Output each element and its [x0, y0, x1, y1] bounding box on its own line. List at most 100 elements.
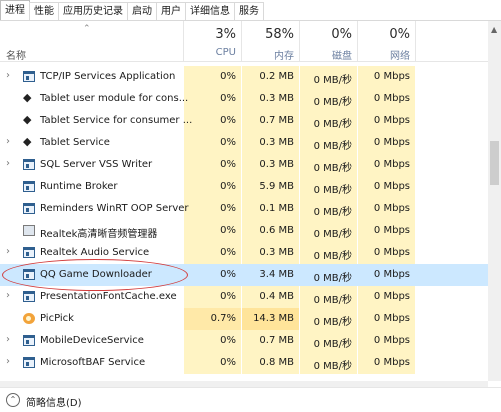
fewer-details-link[interactable]: 简略信息(D) — [26, 394, 82, 409]
annotation-ellipse — [2, 259, 188, 291]
table-row[interactable]: Runtime Broker 0% 5.9 MB 0 MB/秒 0 Mbps — [0, 176, 488, 198]
scroll-up-icon[interactable]: ▲ — [491, 25, 497, 34]
table-row[interactable]: Tablet user module for cons... 0% 0.3 MB 0 … — [0, 88, 488, 110]
expand-chevron-icon[interactable]: › — [6, 158, 14, 172]
column-memory-header[interactable]: 58% 内存 — [242, 21, 299, 62]
table-row[interactable]: › MobileDeviceService 0% 0.7 MB 0 MB/秒 0 Mbps — [0, 330, 488, 352]
process-name: MicrosoftBAF Service — [40, 357, 146, 368]
table-row[interactable]: Tablet Service for consumer ... 0% 0.7 MB 0… — [0, 110, 488, 132]
disk-label: 磁盘 — [332, 51, 352, 62]
disk-value: 0 MB/秒 — [313, 207, 352, 218]
memory-value: 0.7 MB — [259, 335, 294, 346]
cpu-value: 0% — [220, 137, 236, 148]
cpu-value: 0.7% — [210, 313, 236, 324]
table-row[interactable]: PicPick 0.7% 14.3 MB 0 MB/秒 0 Mbps — [0, 308, 488, 330]
cpu-value: 0% — [220, 181, 236, 192]
disk-value: 0 MB/秒 — [313, 119, 352, 130]
memory-label: 内存 — [274, 51, 294, 62]
cpu-label: CPU — [215, 47, 236, 58]
disk-value: 0 MB/秒 — [313, 339, 352, 350]
process-name: Tablet Service — [40, 137, 110, 148]
table-row[interactable]: › SQL Server VSS Writer 0% 0.3 MB 0 MB/秒 0 Mb… — [0, 154, 488, 176]
cpu-value: 0% — [220, 203, 236, 214]
cpu-value: 0% — [220, 357, 236, 368]
memory-value: 0.4 MB — [259, 291, 294, 302]
cpu-value: 0% — [220, 115, 236, 126]
network-value: 0 Mbps — [373, 225, 410, 236]
column-cpu-header[interactable]: 3% CPU — [184, 21, 241, 61]
app-window-icon — [23, 291, 35, 302]
table-row[interactable]: › MicrosoftBAF Service 0% 0.8 MB 0 MB/秒 0 Mbp… — [0, 352, 488, 374]
network-value: 0 Mbps — [373, 137, 410, 148]
chevron-up-circle-icon[interactable]: ⌃ — [6, 393, 20, 407]
memory-value: 0.3 MB — [259, 159, 294, 170]
cpu-value: 0% — [220, 225, 236, 236]
disk-value: 0 MB/秒 — [313, 97, 352, 108]
tab-details[interactable]: 详细信息 — [185, 2, 235, 20]
network-value: 0 Mbps — [373, 269, 410, 280]
table-row[interactable]: Reminders WinRT OOP Server 0% 0.1 MB 0 MB/秒… — [0, 198, 488, 220]
memory-value: 0.3 MB — [259, 137, 294, 148]
disk-value: 0 MB/秒 — [313, 229, 352, 240]
tab-performance[interactable]: 性能 — [29, 2, 59, 20]
network-total: 0% — [389, 27, 410, 42]
cpu-value: 0% — [220, 159, 236, 170]
vertical-scrollbar[interactable]: ▲ — [488, 21, 501, 381]
network-value: 0 Mbps — [373, 181, 410, 192]
tab-processes[interactable]: 进程 — [0, 0, 30, 20]
table-row[interactable]: Realtek高清晰音频管理器 0% 0.6 MB 0 MB/秒 0 Mbps — [0, 220, 488, 242]
table-row[interactable]: › TCP/IP Services Application 0% 0.2 MB 0 MB… — [0, 66, 488, 88]
process-name: MobileDeviceService — [40, 335, 144, 346]
process-name: PresentationFontCache.exe — [40, 291, 177, 302]
column-network-header[interactable]: 0% 网络 — [358, 21, 415, 62]
memory-total: 58% — [265, 27, 294, 42]
chevron-up-icon[interactable]: ⌃ — [83, 25, 93, 34]
network-value: 0 Mbps — [373, 93, 410, 104]
expand-chevron-icon[interactable]: › — [6, 334, 14, 348]
expand-chevron-icon[interactable]: › — [6, 246, 14, 260]
memory-value: 0.2 MB — [259, 71, 294, 82]
cpu-value: 0% — [220, 247, 236, 258]
cpu-value: 0% — [220, 269, 236, 280]
disk-value: 0 MB/秒 — [313, 317, 352, 328]
memory-value: 0.1 MB — [259, 203, 294, 214]
process-name: Runtime Broker — [40, 181, 118, 192]
column-divider[interactable] — [415, 21, 416, 61]
expand-chevron-icon[interactable]: › — [6, 70, 14, 84]
expand-chevron-icon[interactable]: › — [6, 356, 14, 370]
process-name: TCP/IP Services Application — [40, 71, 176, 82]
app-window-icon — [23, 247, 35, 258]
column-header: ⌃ 名称 3% CPU 58% 内存 0% 磁盘 0% 网络 — [0, 21, 488, 62]
network-value: 0 Mbps — [373, 313, 410, 324]
expand-chevron-icon[interactable]: › — [6, 290, 14, 304]
tab-users[interactable]: 用户 — [156, 2, 186, 20]
cpu-value: 0% — [220, 335, 236, 346]
process-name: SQL Server VSS Writer — [40, 159, 153, 170]
memory-value: 0.3 MB — [259, 247, 294, 258]
app-window-icon — [23, 335, 35, 346]
column-name-header[interactable]: 名称 — [6, 47, 26, 62]
network-value: 0 Mbps — [373, 291, 410, 302]
disk-value: 0 MB/秒 — [313, 295, 352, 306]
disk-value: 0 MB/秒 — [313, 273, 352, 284]
app-window-icon — [23, 181, 35, 192]
app-window-icon — [23, 203, 35, 214]
column-disk-header[interactable]: 0% 磁盘 — [300, 21, 357, 62]
cpu-value: 0% — [220, 71, 236, 82]
tab-startup[interactable]: 启动 — [127, 2, 157, 20]
memory-value: 0.6 MB — [259, 225, 294, 236]
network-value: 0 Mbps — [373, 357, 410, 368]
service-icon — [23, 91, 35, 104]
disk-value: 0 MB/秒 — [313, 75, 352, 86]
expand-chevron-icon[interactable]: › — [6, 136, 14, 150]
disk-value: 0 MB/秒 — [313, 185, 352, 196]
network-value: 0 Mbps — [373, 335, 410, 346]
scroll-thumb[interactable] — [490, 141, 499, 185]
tab-app-history[interactable]: 应用历史记录 — [58, 2, 128, 20]
tab-services[interactable]: 服务 — [234, 2, 264, 20]
memory-value: 14.3 MB — [253, 313, 294, 324]
table-row[interactable]: › Tablet Service 0% 0.3 MB 0 MB/秒 0 Mbps — [0, 132, 488, 154]
memory-value: 0.8 MB — [259, 357, 294, 368]
network-value: 0 Mbps — [373, 115, 410, 126]
process-name: Realtek高清晰音频管理器 — [40, 229, 158, 240]
